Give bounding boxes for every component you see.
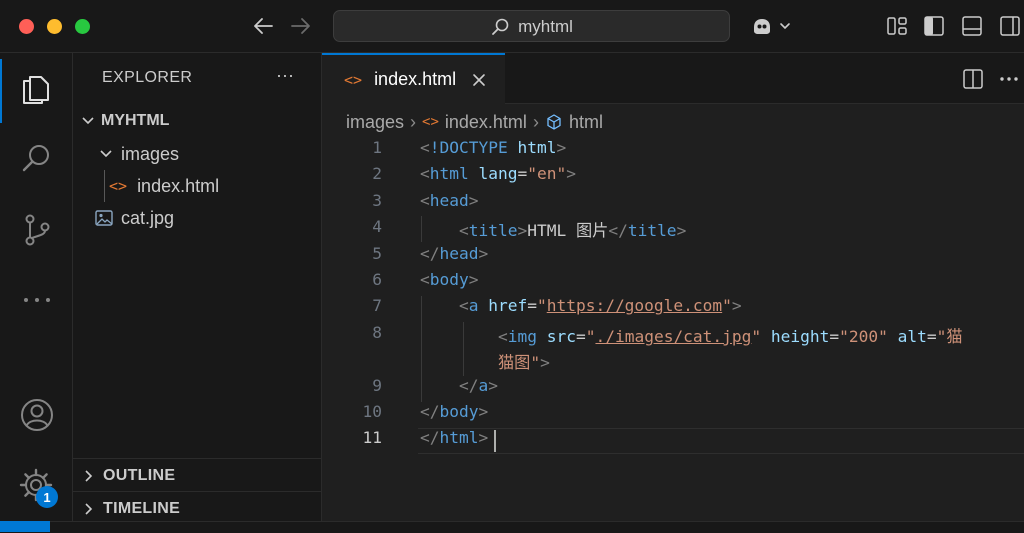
forward-arrow-icon[interactable]	[290, 16, 312, 36]
code-line[interactable]: <body>	[420, 270, 478, 289]
file-cat-jpg[interactable]: cat.jpg	[73, 202, 321, 234]
minimize-window-button[interactable]	[47, 19, 62, 34]
tree-item-label: images	[121, 143, 180, 164]
code-line[interactable]: </a>	[420, 376, 498, 395]
code-line[interactable]: </body>	[420, 402, 488, 421]
chevron-right-icon: ›	[532, 111, 539, 132]
folder-myhtml[interactable]: MYHTML	[73, 105, 321, 137]
line-number: 9	[372, 376, 382, 395]
breadcrumb-folder[interactable]: images	[346, 112, 404, 133]
cube-symbol-icon	[547, 114, 561, 130]
html-file-icon: <>	[422, 114, 439, 130]
line-number: 2	[372, 164, 382, 183]
title-bar: myhtml	[0, 0, 1024, 53]
back-arrow-icon[interactable]	[252, 16, 274, 36]
line-number: 4	[372, 217, 382, 236]
code-line[interactable]: <a href="https://google.com">	[420, 296, 742, 315]
search-icon	[492, 18, 509, 35]
line-number: 11	[362, 428, 383, 447]
code-line[interactable]: <html lang="en">	[420, 164, 576, 183]
line-number: 5	[372, 244, 382, 263]
html-file-icon: <>	[344, 70, 363, 89]
toggle-primary-sidebar-icon[interactable]	[922, 14, 946, 38]
source-control-icon[interactable]	[18, 211, 56, 249]
zoom-window-button[interactable]	[75, 19, 90, 34]
code-line[interactable]: <img src="./images/cat.jpg" height="200"…	[420, 323, 963, 347]
line-number: 8	[372, 323, 382, 342]
line-number: 1	[372, 138, 382, 157]
code-line[interactable]: <head>	[420, 191, 478, 210]
command-center-label: myhtml	[518, 17, 573, 36]
tab-index-html[interactable]: <> index.html	[322, 53, 505, 104]
settings-badge: 1	[36, 486, 58, 508]
breadcrumb: images › <> index.html › html	[346, 108, 603, 136]
active-indicator	[0, 59, 2, 123]
code-line[interactable]: </head>	[420, 244, 488, 263]
accounts-icon[interactable]	[18, 396, 56, 434]
copilot-icon[interactable]	[750, 14, 796, 38]
chevron-right-icon	[85, 502, 93, 515]
explorer-more-button[interactable]: ···	[276, 65, 294, 86]
chevron-right-icon: ›	[410, 111, 417, 132]
status-bar	[0, 521, 1024, 533]
close-window-button[interactable]	[19, 19, 34, 34]
line-number: 7	[372, 296, 382, 315]
split-editor-icon[interactable]	[962, 68, 984, 90]
activity-bar: 1	[0, 53, 73, 532]
outline-label: OUTLINE	[103, 466, 176, 484]
command-center[interactable]: myhtml	[333, 10, 730, 42]
explorer-title: EXPLORER	[102, 69, 193, 86]
close-icon[interactable]	[472, 73, 486, 87]
editor-tab-bar: <> index.html	[322, 53, 1024, 104]
tab-label: index.html	[374, 69, 457, 89]
code-line[interactable]: <title>HTML 图片</title>	[420, 217, 686, 241]
tree-item-label: index.html	[137, 175, 220, 196]
chevron-right-icon	[85, 469, 93, 482]
customize-layout-icon[interactable]	[885, 14, 909, 38]
more-actions-icon[interactable]	[998, 68, 1020, 90]
folder-images[interactable]: images	[73, 138, 321, 170]
line-number: 10	[362, 402, 383, 421]
outline-section[interactable]: OUTLINE	[73, 458, 321, 492]
code-line[interactable]: <!DOCTYPE html>	[420, 138, 566, 157]
text-cursor	[494, 430, 496, 452]
indent-guide	[421, 216, 422, 242]
file-index-html[interactable]: <> index.html	[73, 170, 321, 202]
toggle-panel-icon[interactable]	[960, 14, 984, 38]
toggle-secondary-sidebar-icon[interactable]	[998, 14, 1022, 38]
chevron-down-icon	[100, 150, 112, 158]
indent-guide	[463, 322, 464, 376]
breadcrumb-symbol[interactable]: html	[569, 112, 603, 133]
explorer-icon[interactable]	[18, 69, 56, 107]
remote-indicator[interactable]	[0, 521, 50, 532]
chevron-down-icon	[82, 117, 94, 125]
current-line-highlight	[418, 428, 1024, 454]
code-line[interactable]: 猫图">	[420, 349, 550, 373]
line-number: 6	[372, 270, 382, 289]
search-icon[interactable]	[18, 140, 56, 178]
explorer-sidebar: EXPLORER ··· MYHTML images <> index.html…	[73, 53, 322, 532]
timeline-label: TIMELINE	[103, 499, 181, 517]
indent-guide	[421, 296, 422, 402]
timeline-section[interactable]: TIMELINE	[73, 491, 321, 525]
more-views-icon[interactable]	[18, 281, 56, 319]
image-file-icon	[95, 210, 113, 226]
html-file-icon: <>	[109, 177, 128, 195]
breadcrumb-file[interactable]: index.html	[445, 112, 527, 133]
root-folder-label: MYHTML	[101, 112, 170, 129]
line-number: 3	[372, 191, 382, 210]
tree-item-label: cat.jpg	[121, 207, 175, 228]
